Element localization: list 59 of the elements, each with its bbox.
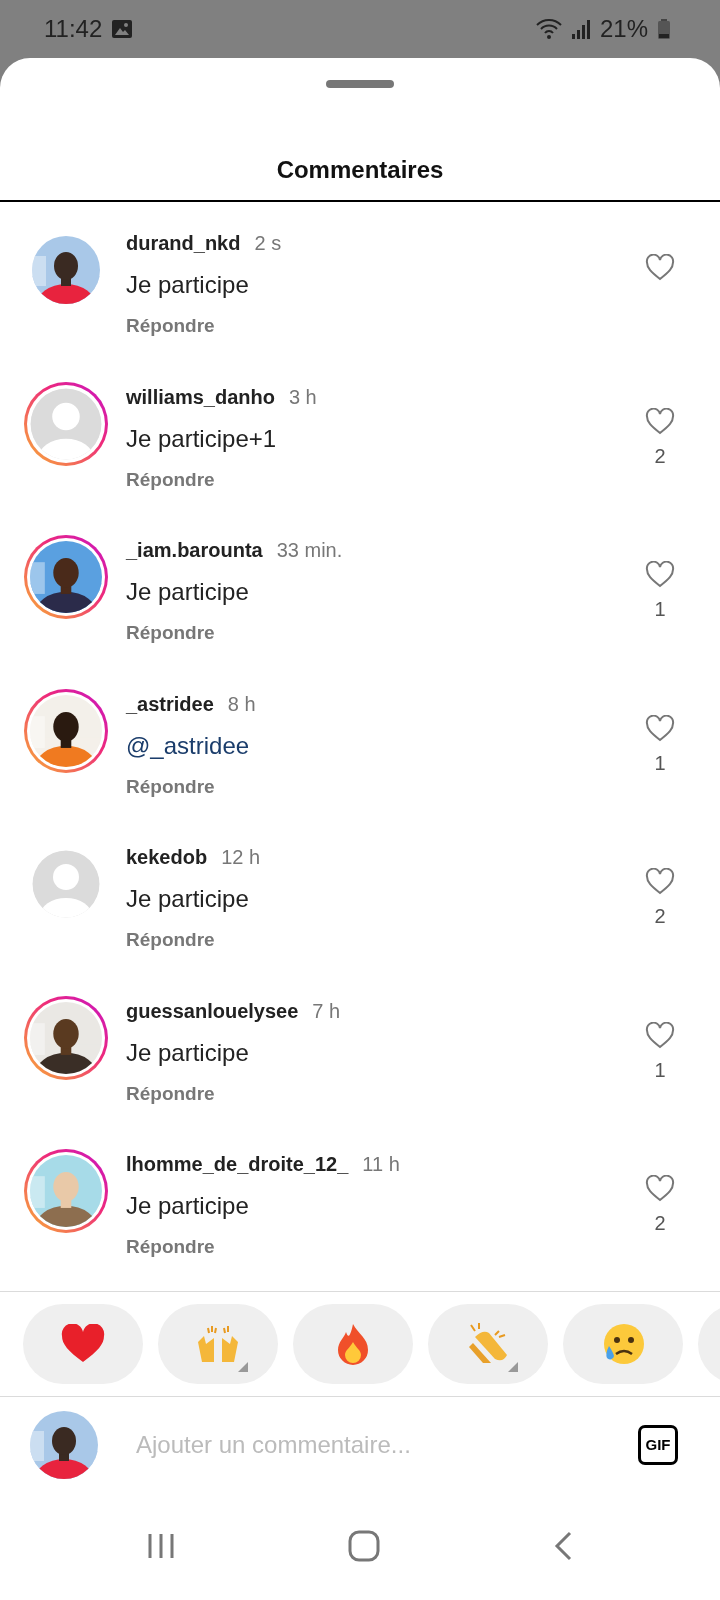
comment-time: 12 h [221, 846, 261, 869]
username[interactable]: williams_danho [126, 385, 275, 409]
heart-icon[interactable] [645, 561, 675, 588]
variants-indicator-icon [508, 1361, 518, 1372]
battery-icon [658, 19, 670, 39]
comment-time: 11 h [362, 1153, 400, 1176]
comment-text: Je participe [126, 578, 249, 606]
signal-icon [571, 19, 590, 39]
like-count: 2 [654, 444, 666, 468]
mention-link[interactable]: @_astridee [126, 731, 250, 760]
drag-handle[interactable] [326, 80, 394, 88]
crying-face-icon [601, 1321, 645, 1366]
clock: 11:42 [44, 15, 103, 43]
reply-link[interactable]: Répondre [126, 775, 215, 798]
username[interactable]: guessanlouelysee [126, 999, 299, 1023]
battery-percentage: 21% [599, 15, 648, 43]
recent-apps-icon[interactable] [146, 1532, 175, 1561]
reply-link[interactable]: Répondre [126, 929, 215, 951]
sheet-title: Commentaires [275, 156, 445, 185]
variants-indicator-icon [238, 1361, 248, 1372]
like-count: 1 [654, 751, 666, 775]
comment-text: Je participe+1 [126, 424, 277, 453]
reply-link[interactable]: Répondre [126, 315, 215, 337]
username[interactable]: _astridee [126, 692, 214, 716]
comment-time: 3 h [288, 385, 317, 409]
gif-button[interactable]: GIF [638, 1424, 678, 1465]
reply-link[interactable]: Répondre [126, 1236, 215, 1258]
wifi-icon [535, 18, 562, 40]
comment-time: 7 h [312, 999, 341, 1023]
heart-icon[interactable] [645, 254, 675, 281]
username[interactable]: lhomme_de_droite_12_ [126, 1153, 349, 1176]
like-count: 1 [654, 598, 666, 621]
username[interactable]: _iam.barounta [126, 539, 263, 562]
comment-text: Je participe [126, 271, 249, 299]
like-count: 2 [654, 1212, 666, 1235]
reply-link[interactable]: Répondre [126, 622, 215, 644]
heart-icon[interactable] [645, 1021, 675, 1049]
like-count: 2 [654, 905, 666, 928]
comment-text: Je participe [126, 1038, 249, 1067]
username[interactable]: durand_nkd [126, 232, 241, 255]
heart-icon[interactable] [645, 1175, 675, 1202]
comment-text: Je participe [126, 1192, 249, 1220]
heart-emoji-icon [60, 1323, 106, 1364]
username[interactable]: kekedob [126, 846, 208, 869]
default-avatar-icon [32, 850, 100, 918]
reply-link[interactable]: Répondre [126, 468, 215, 491]
comment-time: 2 s [254, 232, 282, 255]
reply-link[interactable]: Répondre [126, 1082, 215, 1105]
like-count: 1 [654, 1058, 666, 1082]
comment-time: 33 min. [276, 539, 343, 562]
back-icon[interactable] [553, 1531, 574, 1562]
heart-icon[interactable] [645, 868, 675, 895]
home-icon[interactable] [348, 1530, 380, 1563]
comment-time: 8 h [227, 692, 256, 716]
heart-icon[interactable] [645, 714, 675, 742]
heart-icon[interactable] [645, 407, 675, 435]
comment-text: Je participe [126, 885, 249, 913]
image-icon [112, 20, 133, 38]
default-avatar-icon [30, 387, 102, 460]
